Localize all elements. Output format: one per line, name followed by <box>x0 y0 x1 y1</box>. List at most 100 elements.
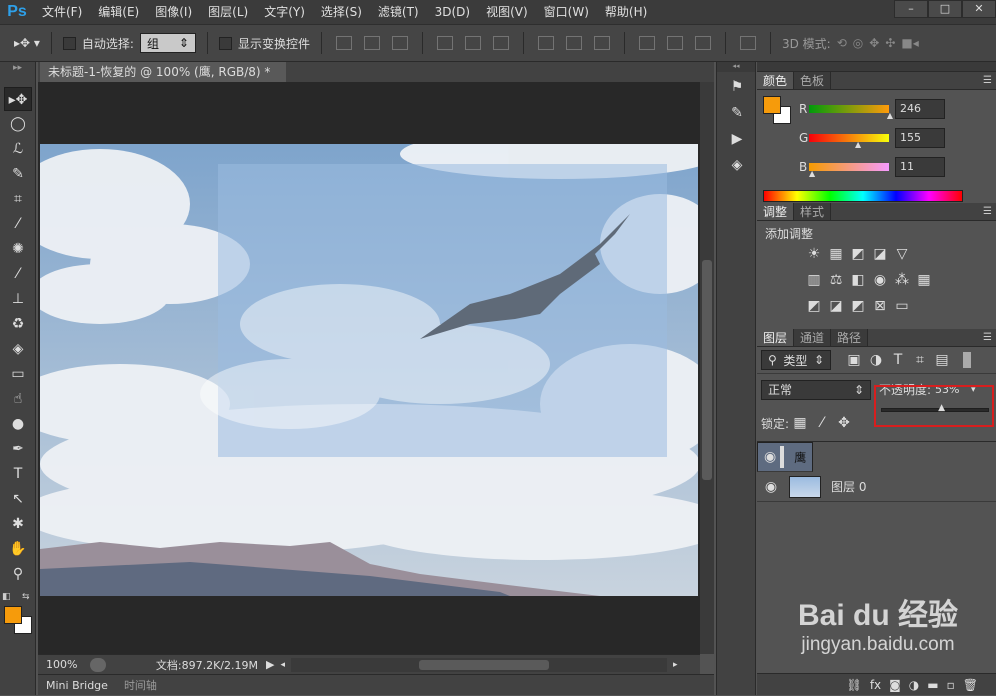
healing-tool-icon[interactable]: ✺ <box>4 237 32 261</box>
vertical-scroll-thumb[interactable] <box>702 260 712 480</box>
panel-menu-icon[interactable]: ☰ <box>983 203 992 221</box>
default-colors-icon[interactable]: ◧ <box>2 592 11 602</box>
align-hcenter-icon[interactable] <box>464 36 481 50</box>
marquee-tool-icon[interactable]: ◯ <box>4 112 32 136</box>
auto-select-dropdown[interactable]: 组 ⇕ <box>139 33 196 53</box>
gradient-map-icon[interactable]: ▭ <box>893 298 911 314</box>
brightness-icon[interactable]: ☀ <box>805 246 823 262</box>
channel-mixer-icon[interactable]: ⁂ <box>893 272 911 288</box>
collapse-icon[interactable]: ▸▸ <box>0 62 35 86</box>
eyedropper-tool-icon[interactable]: ⁄ <box>4 212 32 236</box>
distribute-top-icon[interactable] <box>537 36 554 50</box>
distribute-vcenter-icon[interactable] <box>565 36 582 50</box>
gradient-tool-icon[interactable]: ▭ <box>4 362 32 386</box>
align-vcenter-icon[interactable] <box>363 36 380 50</box>
canvas[interactable] <box>40 144 698 596</box>
lock-pixels-icon[interactable]: ⁄ <box>813 415 831 431</box>
slider-handle-icon[interactable]: ▲ <box>809 169 815 178</box>
color-balance-icon[interactable]: ⚖ <box>827 272 845 288</box>
filter-pixel-icon[interactable]: ▣ <box>845 352 863 368</box>
tab-paths[interactable]: 路径 <box>831 329 869 346</box>
layer-name[interactable]: 鹰 <box>794 449 806 466</box>
layer-row[interactable]: ◉ 鹰 <box>757 442 813 472</box>
scroll-left-icon[interactable]: ◂ <box>280 660 285 670</box>
posterize-icon[interactable]: ◪ <box>827 298 845 314</box>
menu-layer[interactable]: 图层(L) <box>200 0 256 24</box>
align-bottom-icon[interactable] <box>391 36 408 50</box>
curves-icon[interactable]: ◩ <box>849 246 867 262</box>
type-tool-icon[interactable]: T <box>4 462 32 486</box>
selective-color-icon[interactable]: ⊠ <box>871 298 889 314</box>
brush-presets-icon[interactable]: ✎ <box>725 102 749 124</box>
blur-tool-icon[interactable]: ☝ <box>4 387 32 411</box>
align-top-icon[interactable] <box>335 36 352 50</box>
path-select-tool-icon[interactable]: ↖ <box>4 487 32 511</box>
menu-view[interactable]: 视图(V) <box>478 0 536 24</box>
filter-shape-icon[interactable]: ⌗ <box>911 352 929 368</box>
collapse-icon[interactable]: ◂◂ <box>717 62 755 72</box>
3d-panel-icon[interactable]: ◈ <box>725 154 749 176</box>
hue-saturation-icon[interactable]: ▥ <box>805 272 823 288</box>
color-spectrum[interactable] <box>763 190 963 202</box>
lock-position-icon[interactable]: ✥ <box>835 415 853 431</box>
menu-image[interactable]: 图像(I) <box>147 0 200 24</box>
filter-smart-icon[interactable]: ▤ <box>933 352 951 368</box>
auto-select-checkbox[interactable] <box>62 36 76 50</box>
tab-styles[interactable]: 样式 <box>794 203 832 220</box>
document-tab[interactable]: 未标题-1-恢复的 @ 100% (鹰, RGB/8) * × <box>40 62 286 99</box>
tab-timeline[interactable]: 时间轴 <box>116 675 165 696</box>
visibility-eye-icon[interactable]: ◉ <box>764 449 776 465</box>
menu-help[interactable]: 帮助(H) <box>597 0 655 24</box>
layer-filter-dropdown[interactable]: ⚲ 类型 ⇕ <box>761 350 831 370</box>
swap-colors-icon[interactable]: ⇆ <box>22 592 30 602</box>
3d-scale-icon[interactable]: ■◂ <box>901 36 918 50</box>
distribute-right-icon[interactable] <box>694 36 711 50</box>
distribute-hcenter-icon[interactable] <box>666 36 683 50</box>
tab-adjustments[interactable]: 调整 <box>757 203 795 220</box>
menu-window[interactable]: 窗口(W) <box>536 0 597 24</box>
show-transform-checkbox[interactable] <box>218 36 232 50</box>
distribute-bottom-icon[interactable] <box>593 36 610 50</box>
tab-channels[interactable]: 通道 <box>794 329 832 346</box>
tab-swatches[interactable]: 色板 <box>794 72 832 89</box>
quick-select-tool-icon[interactable]: ✎ <box>4 162 32 186</box>
3d-slide-icon[interactable]: ✣ <box>885 36 895 50</box>
maximize-button[interactable]: □ <box>928 0 962 18</box>
channel-value[interactable]: 155 <box>895 127 945 148</box>
levels-icon[interactable]: ▦ <box>827 246 845 262</box>
filter-adjustment-icon[interactable]: ◑ <box>867 352 885 368</box>
zoom-level[interactable]: 100% <box>38 658 84 671</box>
crop-tool-icon[interactable]: ⌗ <box>4 187 32 211</box>
brush-tool-icon[interactable]: ⁄ <box>4 262 32 286</box>
slider-handle-icon[interactable]: ▲ <box>855 140 861 149</box>
exposure-icon[interactable]: ◪ <box>871 246 889 262</box>
tab-color[interactable]: 颜色 <box>757 72 795 89</box>
move-tool-icon[interactable]: ▸✥ <box>4 87 32 111</box>
minimize-button[interactable]: – <box>894 0 928 18</box>
dodge-tool-icon[interactable]: ● <box>4 412 32 436</box>
black-white-icon[interactable]: ◧ <box>849 272 867 288</box>
photo-filter-icon[interactable]: ◉ <box>871 272 889 288</box>
menu-edit[interactable]: 编辑(E) <box>90 0 147 24</box>
panel-menu-icon[interactable]: ☰ <box>983 72 992 90</box>
eraser-tool-icon[interactable]: ◈ <box>4 337 32 361</box>
b-slider[interactable]: ▲ <box>809 162 889 178</box>
status-menu-icon[interactable] <box>90 657 106 672</box>
layer-name[interactable]: 图层 0 <box>831 478 866 495</box>
align-left-icon[interactable] <box>436 36 453 50</box>
pen-tool-icon[interactable]: ✒ <box>4 437 32 461</box>
actions-panel-icon[interactable]: ▶ <box>725 128 749 150</box>
vibrance-icon[interactable]: ▽ <box>893 246 911 262</box>
hand-tool-icon[interactable]: ✋ <box>4 537 32 561</box>
layer-row[interactable]: ◉ 图层 0 <box>757 472 996 502</box>
history-brush-tool-icon[interactable]: ♻ <box>4 312 32 336</box>
horizontal-scrollbar[interactable] <box>291 657 667 672</box>
auto-align-icon[interactable] <box>739 36 756 50</box>
menu-type[interactable]: 文字(Y) <box>256 0 313 24</box>
history-panel-icon[interactable]: ⚑ <box>725 76 749 98</box>
channel-value[interactable]: 11 <box>895 156 945 177</box>
threshold-icon[interactable]: ◩ <box>849 298 867 314</box>
foreground-color-swatch[interactable] <box>4 606 22 624</box>
status-arrow-icon[interactable]: ▶ <box>266 658 274 671</box>
shape-tool-icon[interactable]: ✱ <box>4 512 32 536</box>
